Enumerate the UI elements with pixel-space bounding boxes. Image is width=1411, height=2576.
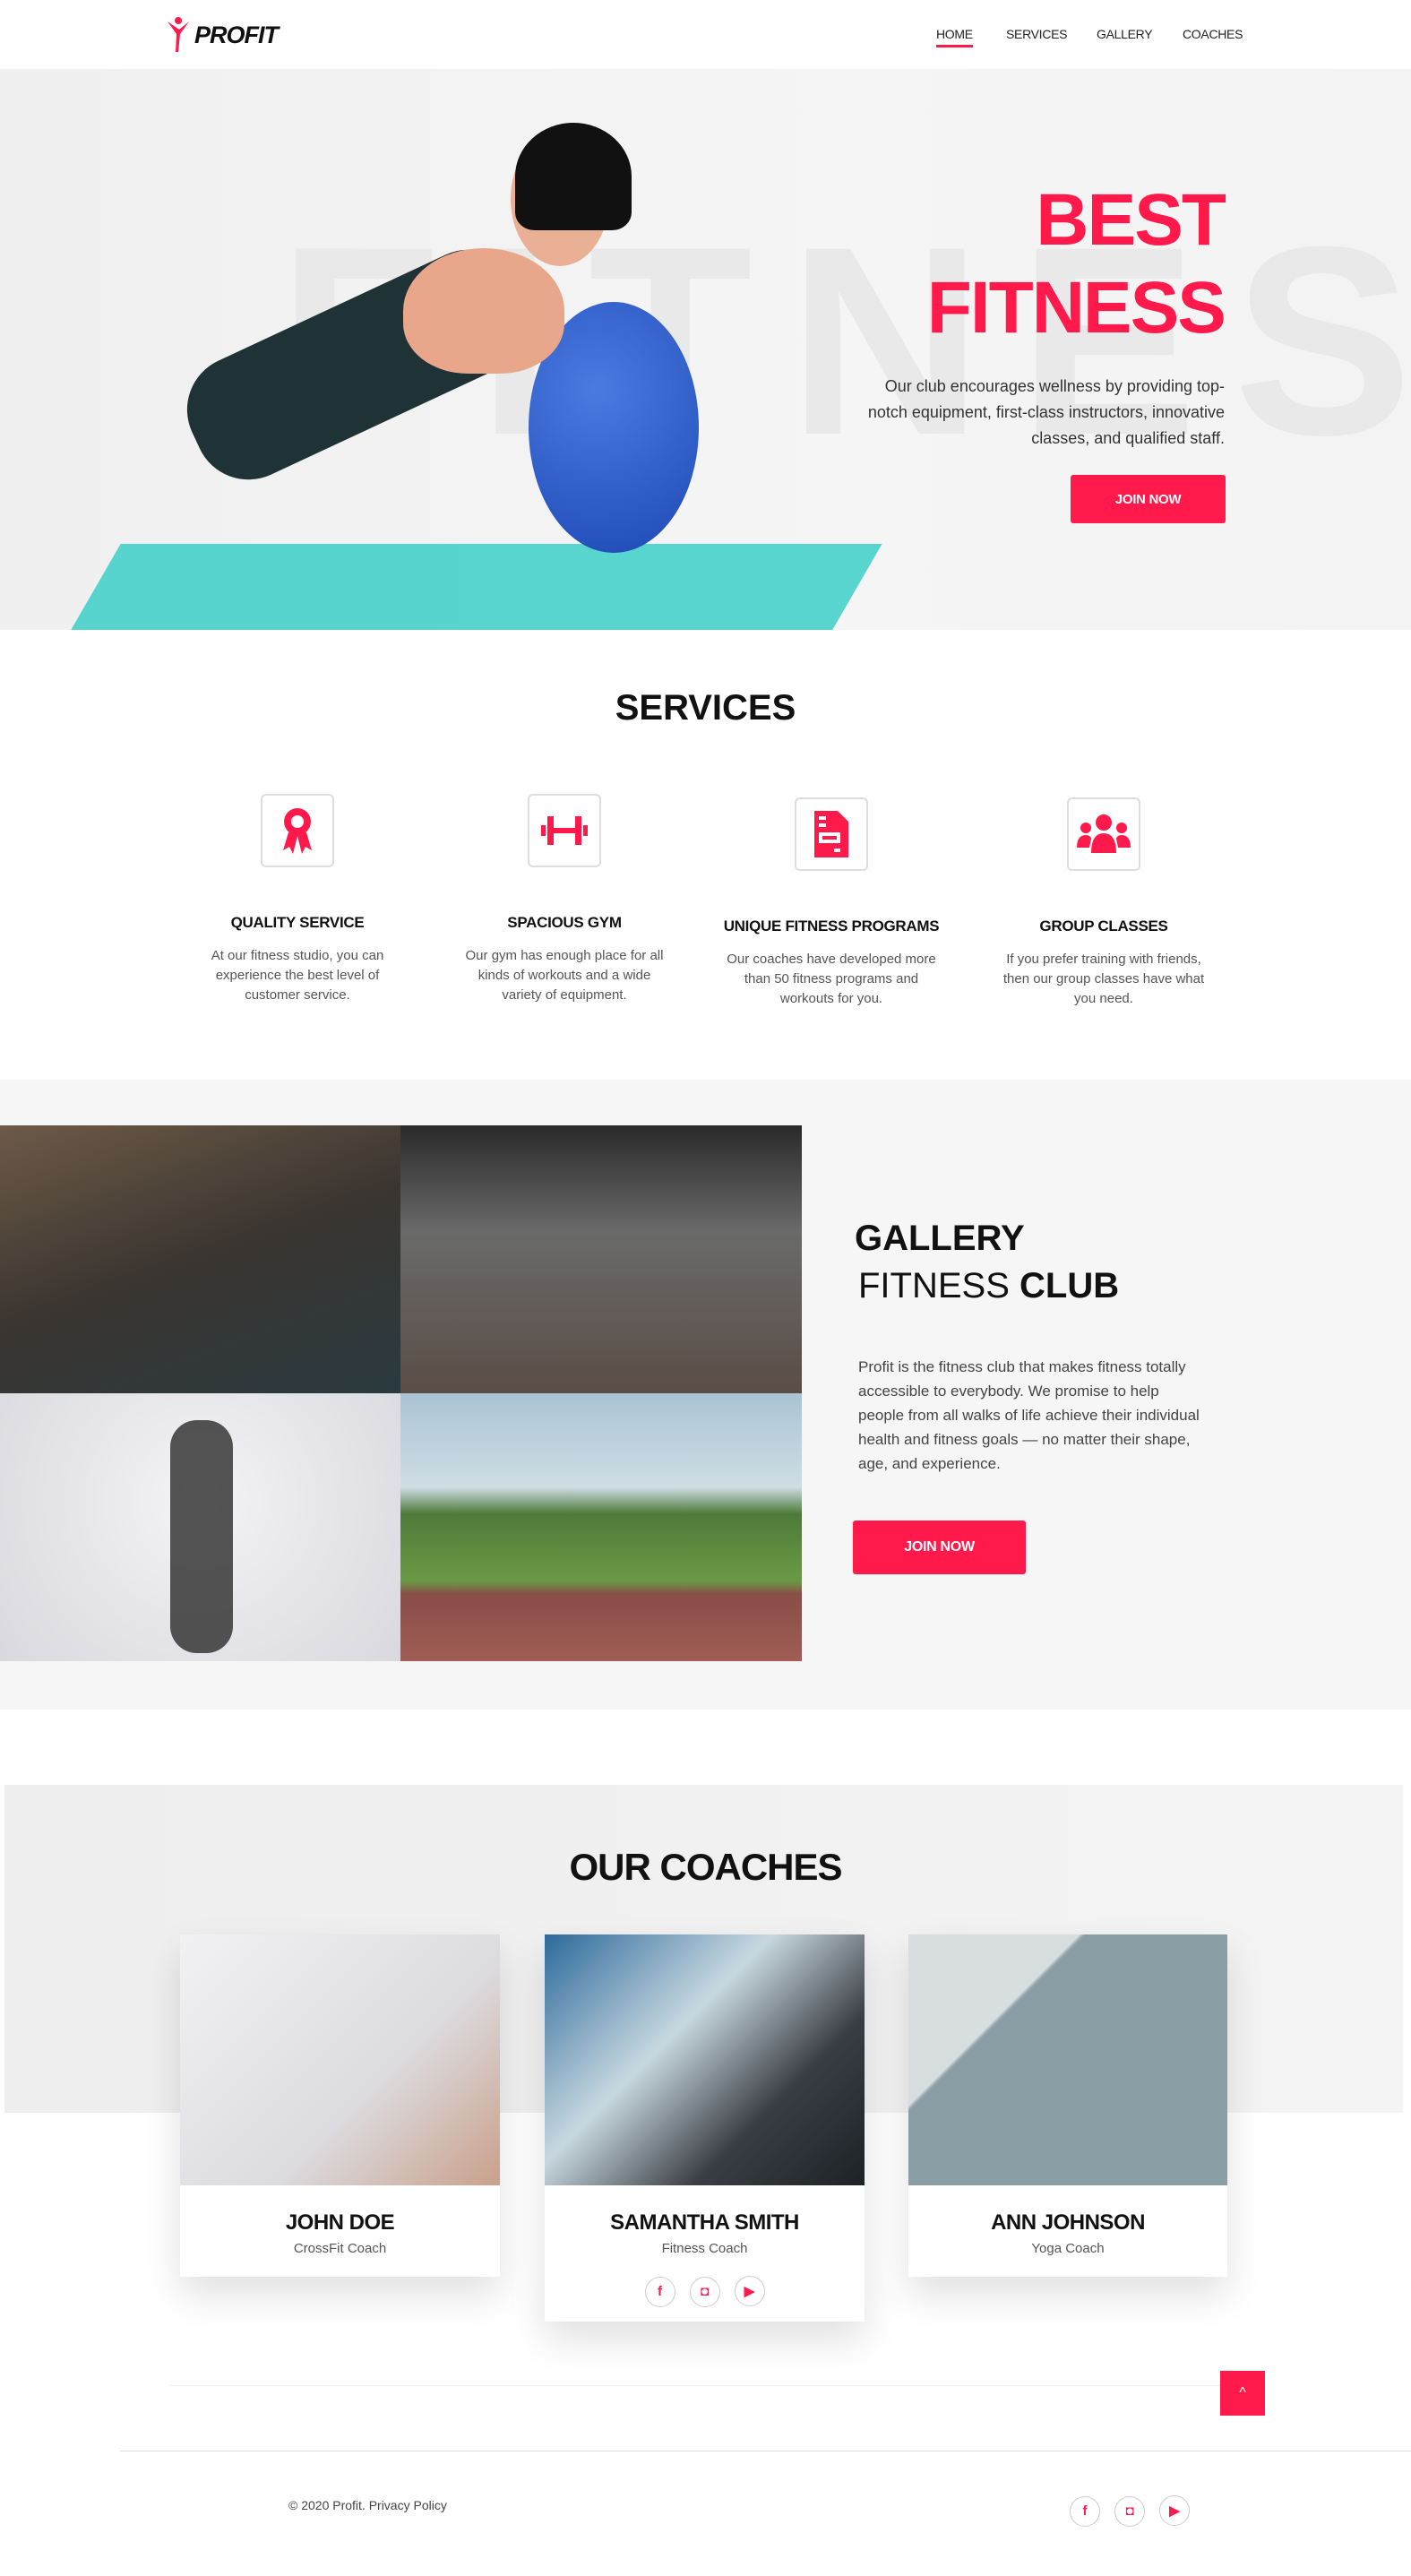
- coach-name: SAMANTHA SMITH: [610, 2210, 799, 2235]
- hero-image: [0, 69, 882, 630]
- service-desc: At our fitness studio, you can experienc…: [211, 948, 384, 1003]
- coaches-title: OUR COACHES: [569, 1846, 842, 1888]
- gallery-title: GALLERY: [855, 1219, 1025, 1258]
- divider: [170, 2385, 1245, 2386]
- instagram-icon[interactable]: ◘: [689, 2276, 720, 2307]
- coach-photo: [180, 1934, 500, 2185]
- coach-name: ANN JOHNSON: [991, 2210, 1145, 2235]
- hero-title-line2: FITNESS: [926, 267, 1226, 349]
- coach-role: CrossFit Coach: [293, 2241, 387, 2256]
- service-desc: Our gym has enough place for all kinds o…: [465, 948, 664, 1003]
- back-to-top-button[interactable]: ^: [1220, 2371, 1265, 2416]
- service-group: GROUP CLASSES If you prefer training wit…: [969, 797, 1238, 1009]
- nav-gallery[interactable]: GALLERY: [1097, 27, 1153, 41]
- youtube-icon[interactable]: ▶: [1159, 2495, 1190, 2526]
- coach-photo: [908, 1934, 1227, 2185]
- nav-services[interactable]: SERVICES: [1006, 27, 1067, 41]
- nav-home[interactable]: HOME: [936, 27, 973, 47]
- facebook-icon[interactable]: f: [644, 2276, 675, 2307]
- coach-card-john-doe[interactable]: JOHN DOE CrossFit Coach: [180, 1934, 500, 2277]
- youtube-icon[interactable]: ▶: [734, 2276, 765, 2306]
- hero-title-line1: BEST: [1036, 179, 1226, 261]
- facebook-icon[interactable]: f: [1070, 2495, 1100, 2527]
- gallery-subtitle-bold: CLUB: [1020, 1266, 1120, 1305]
- coach-name: JOHN DOE: [285, 2210, 395, 2235]
- gallery-section: GALLERY FITNESS CLUB Profit is the fitne…: [0, 1080, 1411, 1710]
- logo[interactable]: PROFIT: [166, 16, 279, 54]
- hero-section: FITNESS BEST FITNESS Our club encourages…: [0, 69, 1411, 630]
- coach-role: Fitness Coach: [661, 2241, 748, 2256]
- coach-photo: [545, 1934, 865, 2185]
- logo-text: PROFIT: [194, 21, 279, 48]
- logo-figure-icon: [168, 17, 189, 52]
- instagram-icon[interactable]: ◘: [1114, 2495, 1145, 2527]
- gallery-join-button[interactable]: JOIN NOW: [853, 1521, 1026, 1574]
- navbar: PROFIT HOME SERVICES GALLERY COACHES: [0, 0, 1411, 69]
- service-desc: If you prefer training with friends, the…: [1002, 952, 1205, 1006]
- gallery-image-sprinter[interactable]: [400, 1393, 802, 1661]
- service-title: SPACIOUS GYM: [507, 914, 622, 931]
- gallery-subtitle: FITNESS CLUB: [858, 1266, 1119, 1306]
- hero-description: Our club encourages wellness by providin…: [867, 377, 1225, 447]
- nav-coaches[interactable]: COACHES: [1183, 27, 1243, 41]
- hero-title: BEST FITNESS: [926, 177, 1226, 352]
- document-icon: [795, 797, 868, 871]
- group-icon: [1067, 797, 1140, 871]
- service-title: UNIQUE FITNESS PROGRAMS: [723, 918, 940, 935]
- service-programs: UNIQUE FITNESS PROGRAMS Our coaches have…: [697, 797, 966, 1009]
- award-ribbon-icon: [261, 794, 334, 867]
- coach-card-samantha-smith[interactable]: SAMANTHA SMITH Fitness Coach f ◘ ▶: [545, 1934, 865, 2322]
- service-gym: SPACIOUS GYM Our gym has enough place fo…: [430, 794, 699, 1005]
- gallery-image-group-women[interactable]: [0, 1125, 400, 1393]
- gallery-image-woman-exercise[interactable]: [0, 1393, 400, 1661]
- service-desc: Our coaches have developed more than 50 …: [727, 952, 936, 1006]
- gallery-description: Profit is the fitness club that makes fi…: [858, 1358, 1200, 1472]
- gallery-image-gym-interior[interactable]: [400, 1125, 802, 1393]
- coach-role: Yoga Coach: [1031, 2241, 1105, 2256]
- service-title: QUALITY SERVICE: [230, 914, 365, 931]
- services-title: SERVICES: [615, 688, 796, 728]
- coach-card-ann-johnson[interactable]: ANN JOHNSON Yoga Coach: [908, 1934, 1227, 2277]
- service-quality: QUALITY SERVICE At our fitness studio, y…: [163, 794, 432, 1005]
- gallery-subtitle-light: FITNESS: [858, 1266, 1010, 1305]
- dumbbell-icon: [528, 794, 601, 867]
- footer-social: f ◘ ▶: [1063, 2495, 1197, 2527]
- hero-join-button[interactable]: JOIN NOW: [1071, 475, 1226, 523]
- service-title: GROUP CLASSES: [1039, 918, 1168, 935]
- footer-copyright: © 2020 Profit. Privacy Policy: [288, 2498, 447, 2512]
